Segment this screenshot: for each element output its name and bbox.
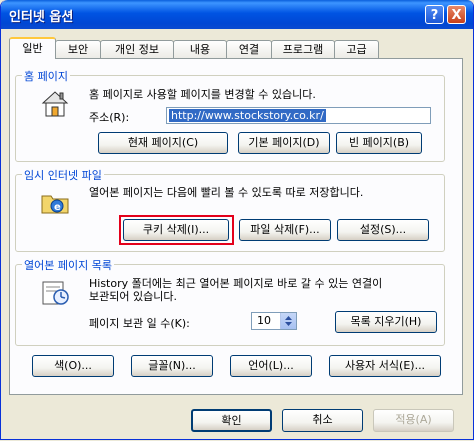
tab-privacy[interactable]: 개인 정보 xyxy=(100,40,174,58)
days-to-keep-value: 10 xyxy=(257,314,271,327)
home-page-group-label: 홈 페이지 xyxy=(22,68,70,84)
svg-text:e: e xyxy=(54,202,61,213)
tab-security[interactable]: 보안 xyxy=(55,40,101,58)
temp-files-description: 열어본 페이지는 다음에 빨리 볼 수 있도록 따로 저장합니다. xyxy=(89,186,364,199)
use-current-button[interactable]: 현재 페이지(C) xyxy=(98,132,228,154)
history-group-label: 열어본 페이지 목록 xyxy=(22,257,114,273)
history-description-line2: 보관되어 있습니다. xyxy=(89,290,177,303)
close-button[interactable]: X xyxy=(447,5,466,24)
stepper-arrows-icon[interactable] xyxy=(280,313,296,329)
home-page-description: 홈 페이지로 사용할 페이지를 변경할 수 있습니다. xyxy=(89,88,316,101)
fonts-button[interactable]: 글꼴(N)... xyxy=(131,355,213,377)
temp-settings-button[interactable]: 설정(S)... xyxy=(337,219,429,241)
tab-content[interactable]: 내용 xyxy=(173,40,227,58)
window-title: 인터넷 옵션 xyxy=(9,10,74,25)
temp-files-group-label: 임시 인터넷 파일 xyxy=(22,167,104,183)
ie-folder-icon: e xyxy=(39,186,71,218)
clear-history-button[interactable]: 목록 지우기(H) xyxy=(335,311,437,333)
ok-button[interactable]: 확인 xyxy=(191,409,272,432)
tab-connections[interactable]: 연결 xyxy=(226,40,272,58)
tab-advanced[interactable]: 고급 xyxy=(334,40,379,58)
apply-button[interactable]: 적용(A) xyxy=(373,409,454,432)
help-button[interactable]: ? xyxy=(425,5,444,24)
days-to-keep-stepper[interactable]: 10 xyxy=(251,312,297,330)
tab-general[interactable]: 일반 xyxy=(9,37,56,59)
highlight-box xyxy=(119,215,234,245)
home-address-value: http://www.stockstory.co.kr/ xyxy=(169,109,326,122)
internet-options-dialog: 인터넷 옵션 ? X 일반 보안 개인 정보 내용 연결 프로그램 고급 홈 페… xyxy=(0,0,474,440)
cancel-button[interactable]: 취소 xyxy=(282,409,363,432)
accessibility-button[interactable]: 사용자 서식(E)... xyxy=(329,355,441,377)
use-blank-button[interactable]: 빈 페이지(B) xyxy=(336,132,422,154)
delete-files-button[interactable]: 파일 삭제(F)... xyxy=(239,219,331,241)
home-address-input[interactable]: http://www.stockstory.co.kr/ xyxy=(166,107,431,124)
tab-programs[interactable]: 프로그램 xyxy=(271,40,335,58)
title-bar[interactable]: 인터넷 옵션 ? X xyxy=(1,0,473,29)
home-icon xyxy=(39,87,71,119)
colors-button[interactable]: 색(O)... xyxy=(32,355,114,377)
languages-button[interactable]: 언어(L)... xyxy=(230,355,312,377)
history-icon xyxy=(39,276,71,308)
days-to-keep-label: 페이지 보관 일 수(K): xyxy=(89,317,190,330)
address-label: 주소(R): xyxy=(89,111,130,124)
use-default-button[interactable]: 기본 페이지(D) xyxy=(238,132,330,154)
